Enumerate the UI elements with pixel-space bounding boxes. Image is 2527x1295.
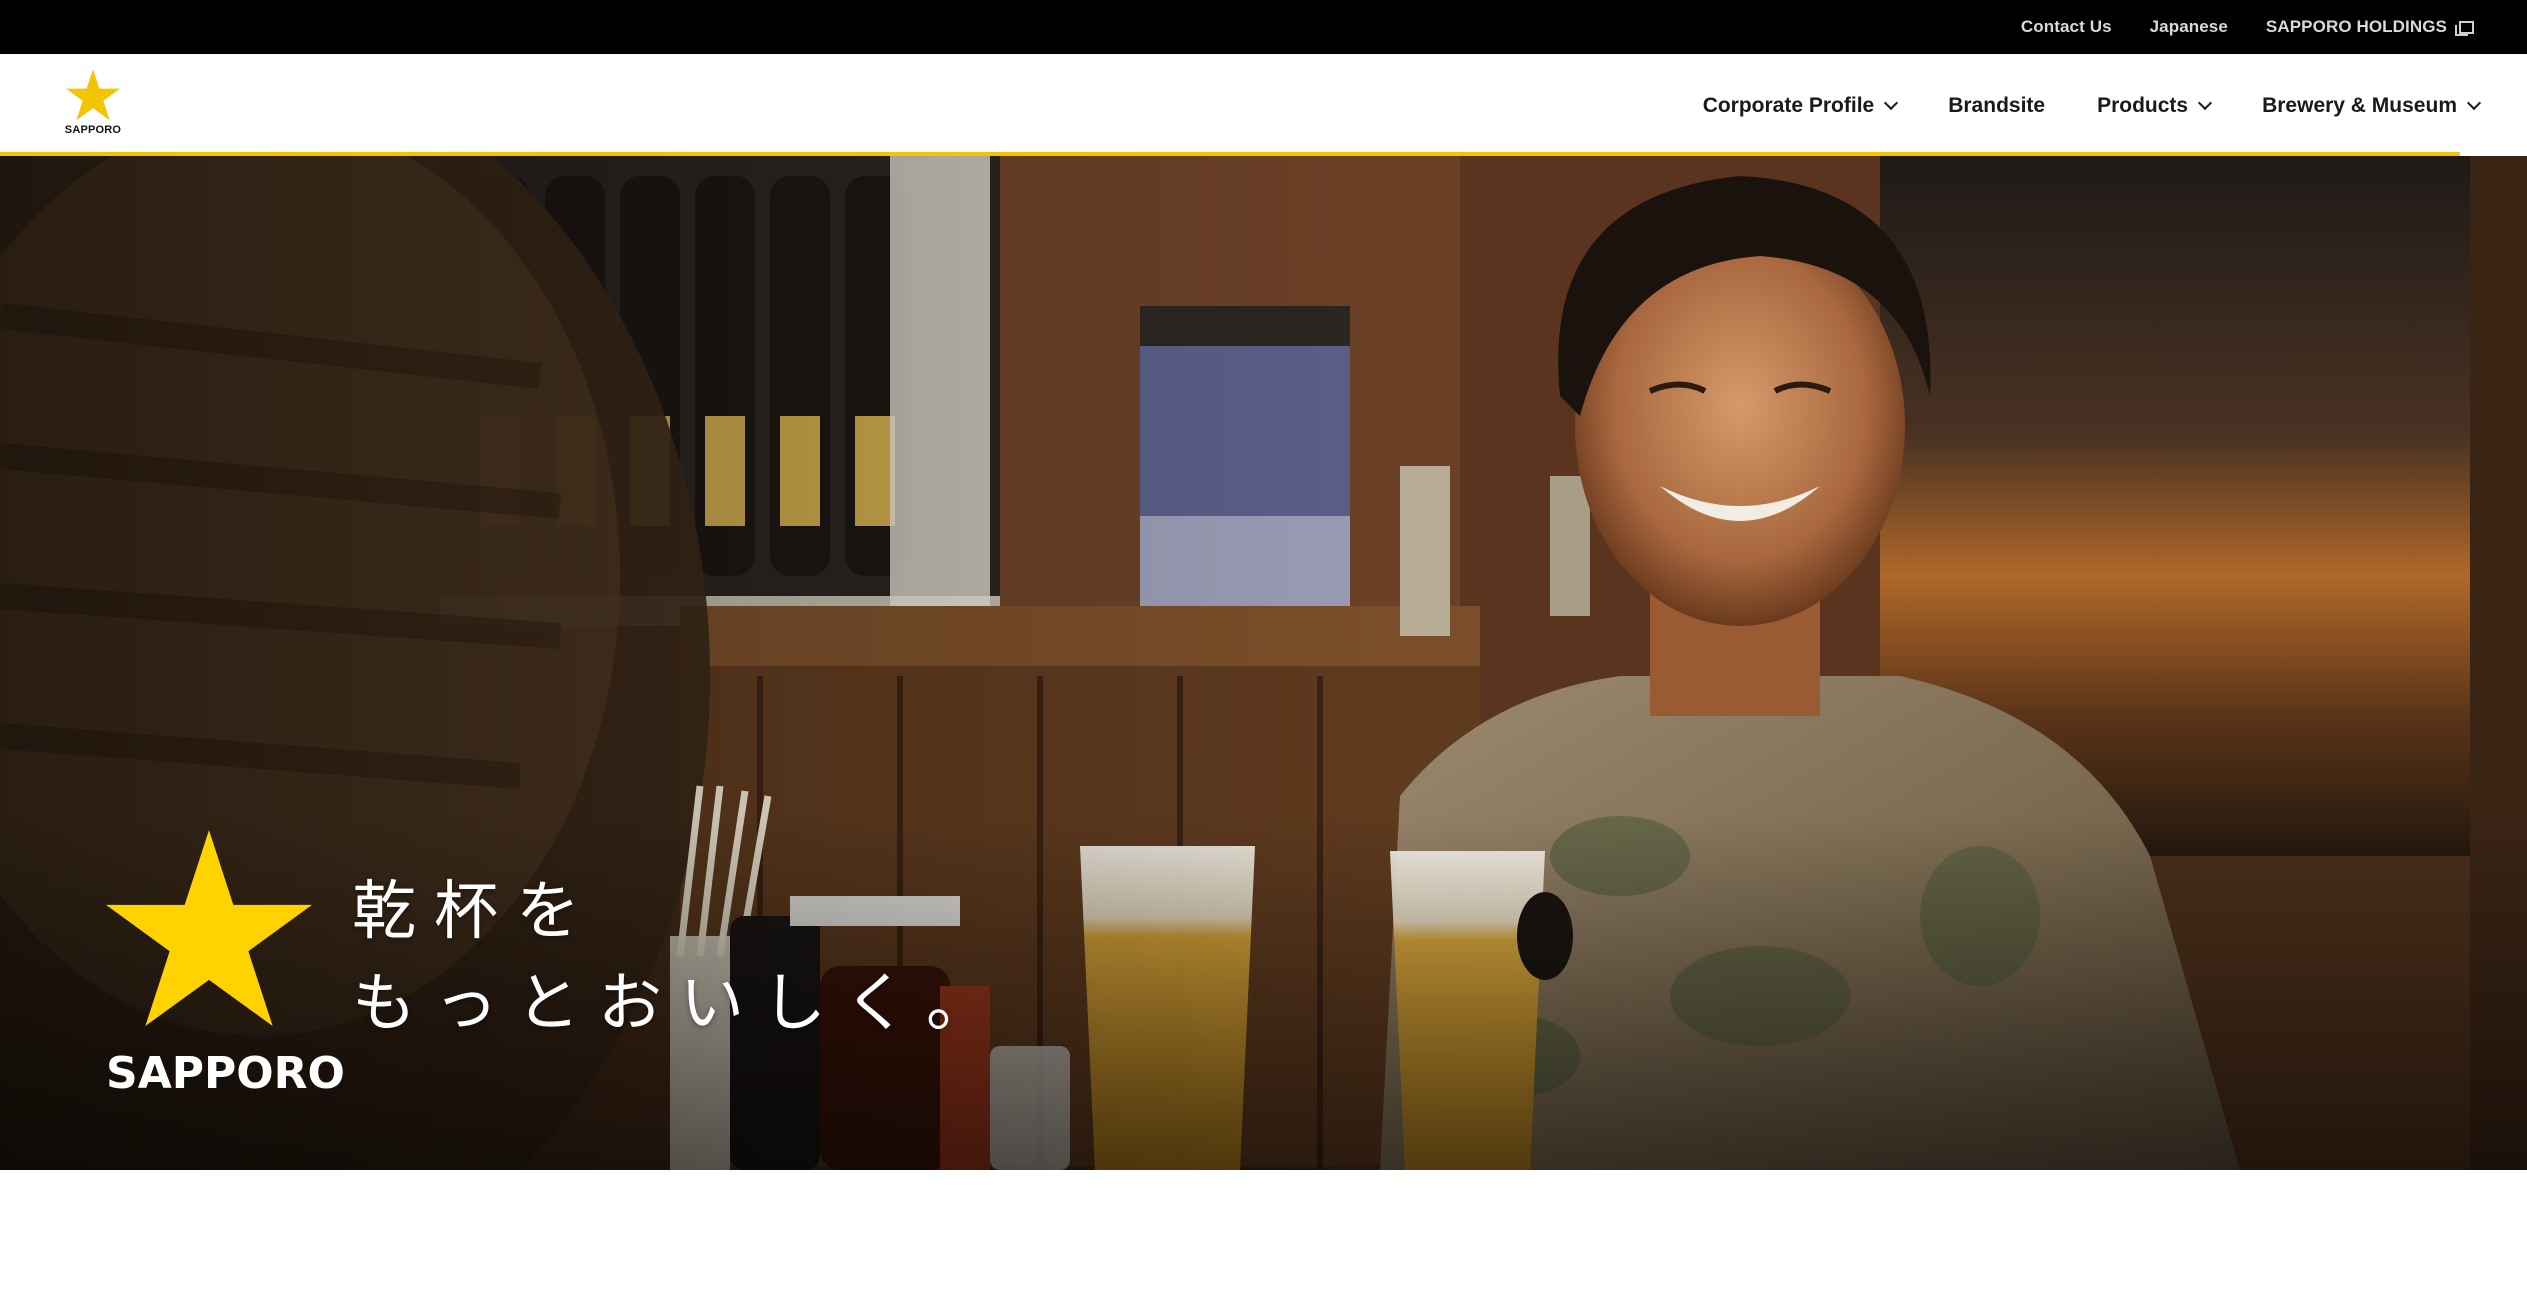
- hero-banner: SAPPORO 乾杯を もっとおいしく。: [0, 156, 2527, 1170]
- hero-star-icon: [106, 830, 312, 1026]
- sapporo-holdings-label: SAPPORO HOLDINGS: [2265, 17, 2447, 36]
- tagline-line-1: 乾杯を: [352, 875, 598, 949]
- chevron-down-icon: [2466, 95, 2482, 111]
- contact-us-label: Contact Us: [2020, 17, 2112, 36]
- hero-tagline: 乾杯を もっとおいしく。: [352, 866, 1008, 1050]
- hero-brand-logo: SAPPORO: [106, 830, 345, 1100]
- chevron-down-icon: [2198, 95, 2213, 111]
- nav-brandsite[interactable]: Brandsite: [1948, 94, 2045, 118]
- chevron-down-icon: [1884, 95, 1899, 111]
- japanese-link[interactable]: Japanese: [2150, 17, 2228, 37]
- content-area: [0, 1170, 2527, 1295]
- logo-text: SAPPORO: [64, 124, 122, 136]
- star-logo-icon: [66, 69, 120, 121]
- utility-bar: Contact Us Japanese SAPPORO HOLDINGS: [0, 0, 2527, 54]
- contact-us-link[interactable]: Contact Us: [2021, 17, 2112, 37]
- nav-brewery-museum[interactable]: Brewery & Museum: [2262, 94, 2482, 118]
- nav-corporate-profile-label: Corporate Profile: [1702, 94, 1875, 117]
- external-link-icon: [2455, 20, 2474, 36]
- tagline-line-2: もっとおいしく。: [352, 967, 1008, 1041]
- hero-brand-text: SAPPORO: [106, 1048, 345, 1099]
- nav-products-label: Products: [2097, 94, 2189, 117]
- main-nav: Corporate Profile Brandsite Products Bre…: [1702, 54, 2482, 158]
- nav-brewery-museum-label: Brewery & Museum: [2262, 94, 2457, 117]
- nav-brandsite-label: Brandsite: [1948, 94, 2046, 117]
- nav-products[interactable]: Products: [2097, 94, 2213, 118]
- sapporo-holdings-link[interactable]: SAPPORO HOLDINGS: [2265, 17, 2474, 37]
- japanese-label: Japanese: [2149, 17, 2228, 36]
- sapporo-logo[interactable]: SAPPORO: [64, 68, 122, 140]
- nav-corporate-profile[interactable]: Corporate Profile: [1702, 94, 1899, 118]
